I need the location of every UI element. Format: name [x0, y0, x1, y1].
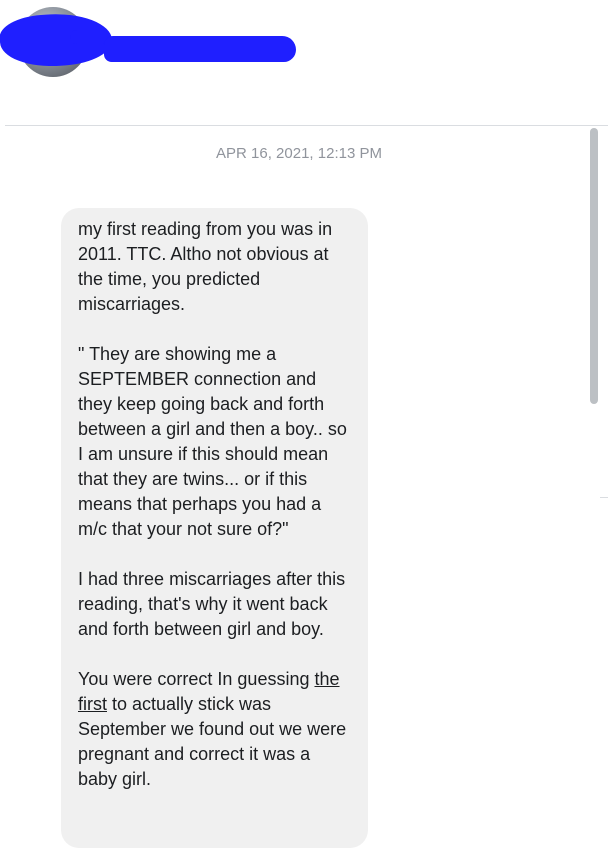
divider: [600, 497, 608, 498]
message-paragraph: my first reading from you was in 2011. T…: [78, 219, 333, 314]
message-paragraph: " They are showing me a SEPTEMBER connec…: [78, 344, 347, 539]
scrollbar-thumb[interactable]: [590, 128, 598, 404]
message-text: You were correct In guessing: [78, 669, 315, 689]
message-paragraph: I had three miscarriages after this read…: [78, 569, 346, 639]
conversation-header: [0, 0, 608, 125]
message-bubble[interactable]: my first reading from you was in 2011. T…: [61, 208, 368, 848]
message-text: to actually stick was September we found…: [78, 694, 347, 789]
message-paragraph: You were correct In guessing the first t…: [78, 667, 354, 792]
contact-name-redacted[interactable]: [104, 36, 296, 62]
header-divider: [5, 125, 608, 126]
message-timestamp: APR 16, 2021, 12:13 PM: [216, 145, 382, 162]
